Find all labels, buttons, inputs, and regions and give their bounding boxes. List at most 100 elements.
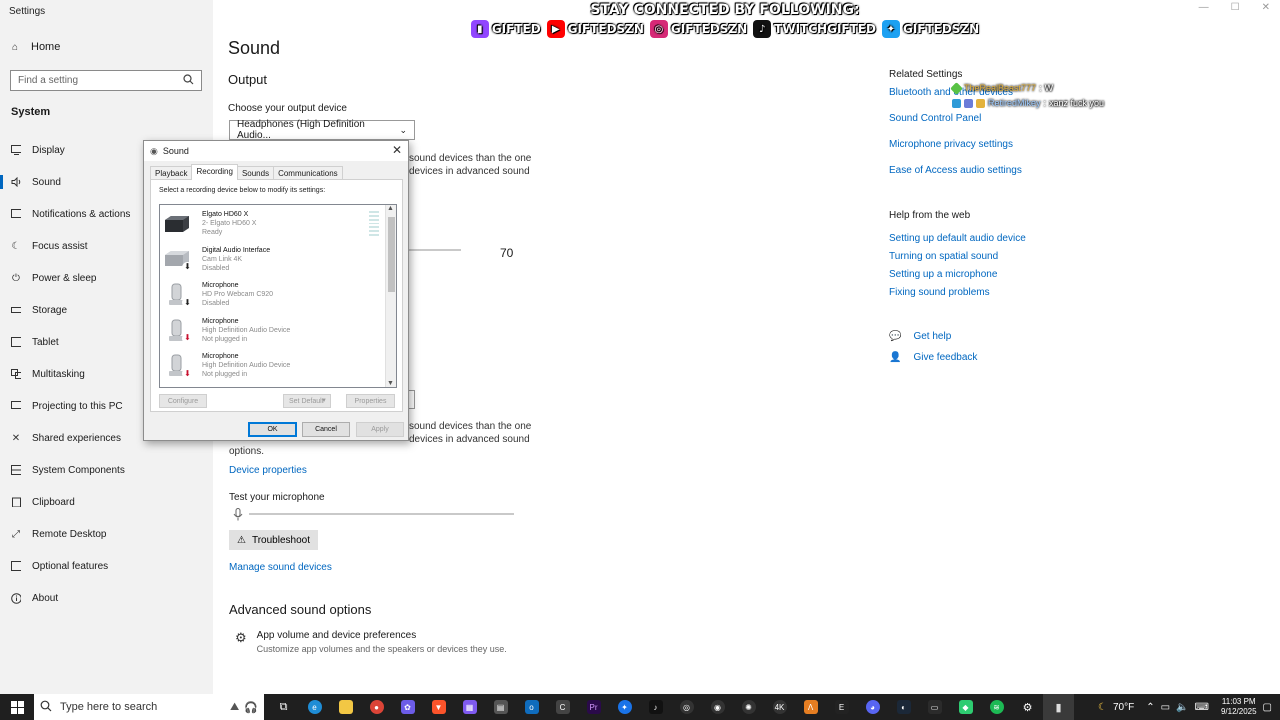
volume-icon[interactable]: 🔈 bbox=[1176, 702, 1188, 713]
device-properties-link[interactable]: Device properties bbox=[229, 465, 307, 476]
chrome-icon[interactable]: ● bbox=[361, 694, 392, 720]
help-link-default-audio[interactable]: Setting up default audio device bbox=[889, 233, 1026, 251]
tab-recording[interactable]: Recording bbox=[191, 164, 238, 180]
tab-sounds[interactable]: Sounds bbox=[236, 166, 275, 180]
apply-button[interactable]: Apply bbox=[356, 422, 404, 437]
sound-control-panel-link[interactable]: Sound Control Panel bbox=[889, 113, 1022, 139]
properties-button[interactable]: Properties bbox=[346, 394, 395, 408]
device-status: Not plugged in bbox=[202, 371, 248, 378]
components-icon bbox=[11, 465, 21, 475]
spotify-icon[interactable]: ≋ bbox=[981, 694, 1012, 720]
outlook-icon[interactable]: o bbox=[516, 694, 547, 720]
minimize-icon[interactable]: — bbox=[1199, 2, 1209, 13]
settings-search-input[interactable]: Find a setting bbox=[10, 70, 202, 91]
list-item[interactable]: ⬇ Digital Audio Interface Cam Link 4K Di… bbox=[160, 241, 396, 277]
set-default-button[interactable]: Set Default ▼ bbox=[283, 394, 331, 408]
maximize-icon[interactable]: ☐ bbox=[1231, 2, 1240, 13]
photos-icon[interactable]: ✿ bbox=[392, 694, 423, 720]
discord-icon[interactable]: ◕ bbox=[857, 694, 888, 720]
audio-interface-icon: ⬇ bbox=[163, 248, 193, 273]
task-view-icon[interactable]: ⧉ bbox=[268, 694, 299, 720]
output-device-value: Headphones (High Definition Audio... bbox=[237, 119, 365, 141]
tiktok-icon[interactable]: ♪ bbox=[640, 694, 671, 720]
app-green-icon[interactable]: ◆ bbox=[950, 694, 981, 720]
recording-device-list[interactable]: Elgato HD60 X 2- Elgato HD60 X Ready ⬇ D… bbox=[159, 204, 397, 388]
start-button[interactable] bbox=[0, 694, 34, 720]
language-icon[interactable]: ⌨ bbox=[1195, 702, 1209, 713]
chevron-up-icon[interactable]: ⌃ bbox=[1146, 702, 1154, 713]
sidebar-item-system-components[interactable]: System Components bbox=[0, 454, 213, 486]
sound-control-icon[interactable]: ▮ bbox=[1043, 694, 1074, 720]
give-feedback-link[interactable]: 👤 Give feedback bbox=[889, 352, 977, 363]
input-level-meter bbox=[369, 211, 379, 237]
steam-icon[interactable]: ◐ bbox=[888, 694, 919, 720]
sidebar-item-optional-features[interactable]: Optional features bbox=[0, 550, 213, 582]
premiere-icon[interactable]: Pr bbox=[578, 694, 609, 720]
network-icon[interactable]: ▭ bbox=[1161, 702, 1170, 713]
sidebar-item-remote-desktop[interactable]: ⤢ Remote Desktop bbox=[0, 518, 213, 550]
help-link-fixing-sound[interactable]: Fixing sound problems bbox=[889, 287, 1026, 305]
scroll-up-icon[interactable]: ▲ bbox=[387, 205, 394, 212]
terminal-icon[interactable]: ▭ bbox=[919, 694, 950, 720]
sidebar-item-label: Sound bbox=[32, 176, 61, 188]
cancel-button[interactable]: Cancel bbox=[302, 422, 350, 437]
ccleaner-icon[interactable]: C bbox=[547, 694, 578, 720]
ok-button[interactable]: OK bbox=[248, 422, 297, 437]
dialog-titlebar[interactable]: ◉ Sound bbox=[144, 141, 408, 161]
help-from-web-heading: Help from the web bbox=[889, 210, 971, 221]
notifications-icon[interactable]: ▢ bbox=[1263, 702, 1272, 713]
headset-icon: 🎧 bbox=[244, 701, 258, 714]
taskbar-search-input[interactable]: Type here to search ⛰ 🎧 bbox=[34, 694, 264, 720]
input-hint-options: options. bbox=[229, 446, 265, 457]
app-volume-preferences-link[interactable]: ⚙ App volume and device preferences Cust… bbox=[235, 630, 507, 654]
ease-of-access-audio-link[interactable]: Ease of Access audio settings bbox=[889, 165, 1022, 191]
tab-communications[interactable]: Communications bbox=[273, 166, 343, 180]
device-driver: HD Pro Webcam C920 bbox=[202, 291, 274, 298]
list-item[interactable]: Elgato HD60 X 2- Elgato HD60 X Ready bbox=[160, 205, 396, 241]
search-placeholder: Find a setting bbox=[18, 75, 79, 86]
list-item[interactable]: ⬇ Microphone High Definition Audio Devic… bbox=[160, 312, 396, 348]
capture-card-icon bbox=[163, 212, 191, 234]
app-settings-icon[interactable]: ✺ bbox=[733, 694, 764, 720]
disabled-arrow-icon: ⬇ bbox=[182, 261, 193, 273]
configure-button[interactable]: Configure bbox=[159, 394, 207, 408]
brave-icon[interactable]: ▼ bbox=[423, 694, 454, 720]
close-icon[interactable]: ✕ bbox=[392, 143, 402, 157]
scroll-thumb[interactable] bbox=[388, 217, 395, 292]
obs-icon[interactable]: ◎ bbox=[671, 694, 702, 720]
manage-sound-devices-link[interactable]: Manage sound devices bbox=[229, 562, 332, 573]
device-list-scrollbar[interactable]: ▲ ▼ bbox=[385, 205, 396, 387]
weather-temp[interactable]: 70°F bbox=[1113, 702, 1134, 713]
close-icon[interactable]: ✕ bbox=[1262, 2, 1270, 13]
list-item[interactable]: ⬇ Microphone HD Pro Webcam C920 Disabled bbox=[160, 276, 396, 312]
sidebar-item-clipboard[interactable]: Clipboard bbox=[0, 486, 213, 518]
sidebar-item-about[interactable]: About bbox=[0, 582, 213, 614]
feedback-icon: 👤 bbox=[889, 352, 902, 363]
get-help-link[interactable]: 💬 Get help bbox=[889, 331, 951, 342]
sidebar-item-label: Focus assist bbox=[32, 240, 88, 252]
scroll-down-icon[interactable]: ▼ bbox=[387, 380, 394, 387]
taskbar-clock[interactable]: 11:03 PM 9/12/2025 bbox=[1221, 697, 1257, 717]
tab-playback[interactable]: Playback bbox=[150, 166, 193, 180]
calculator-icon[interactable]: ▤ bbox=[485, 694, 516, 720]
app-blue-icon[interactable]: ✦ bbox=[609, 694, 640, 720]
output-device-dropdown[interactable]: Headphones (High Definition Audio... ⌄ bbox=[229, 119, 415, 141]
dialog-instruction: Select a recording device below to modif… bbox=[159, 187, 326, 194]
microphone-privacy-link[interactable]: Microphone privacy settings bbox=[889, 139, 1022, 165]
help-link-spatial-sound[interactable]: Turning on spatial sound bbox=[889, 251, 1026, 269]
store-icon[interactable]: ▦ bbox=[454, 694, 485, 720]
app-orange-icon[interactable]: Λ bbox=[795, 694, 826, 720]
nav-home[interactable]: ⌂ Home bbox=[10, 41, 60, 53]
app-4k-icon[interactable]: 4K bbox=[764, 694, 795, 720]
epic-games-icon[interactable]: E bbox=[826, 694, 857, 720]
troubleshoot-button[interactable]: ⚠ Troubleshoot bbox=[229, 530, 318, 550]
app-circle-icon[interactable]: ◉ bbox=[702, 694, 733, 720]
chat-message: TheRealBeast777 : W bbox=[950, 81, 1104, 95]
file-explorer-icon[interactable] bbox=[330, 694, 361, 720]
edge-icon[interactable]: e bbox=[299, 694, 330, 720]
settings-gear-icon[interactable]: ⚙ bbox=[1012, 694, 1043, 720]
list-item[interactable]: ⬇ Microphone High Definition Audio Devic… bbox=[160, 347, 396, 383]
chat-help-icon: 💬 bbox=[889, 331, 902, 342]
app-title: Settings bbox=[9, 6, 46, 17]
help-link-microphone[interactable]: Setting up a microphone bbox=[889, 269, 1026, 287]
